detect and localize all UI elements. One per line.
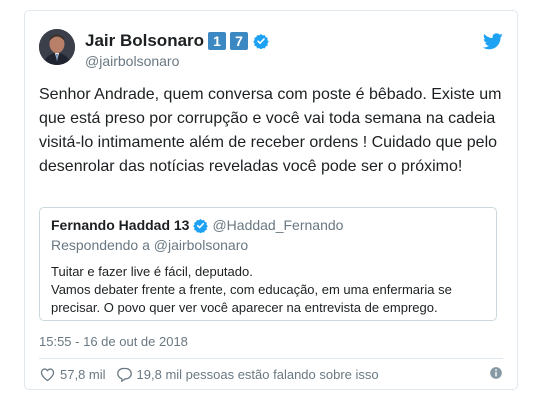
author-handle[interactable]: @jairbolsonaro bbox=[85, 53, 179, 69]
tweet-actions: 57,8 mil 19,8 mil pessoas estão falando … bbox=[39, 364, 389, 384]
conversation-action[interactable]: 19,8 mil pessoas estão falando sobre iss… bbox=[116, 366, 379, 383]
author-name-line: Jair Bolsonaro 1 7 bbox=[85, 30, 269, 52]
like-action[interactable]: 57,8 mil bbox=[39, 366, 106, 383]
quoted-reply-context: Respondendo a @jairbolsonaro bbox=[51, 237, 248, 253]
keycap-digit-7-icon: 7 bbox=[230, 32, 249, 50]
reply-prefix: Respondendo a bbox=[51, 237, 150, 253]
speech-bubble-icon bbox=[116, 367, 132, 382]
quoted-author-name: Fernando Haddad 13 bbox=[51, 217, 190, 233]
heart-icon bbox=[40, 367, 55, 381]
quoted-tweet-header: Fernando Haddad 13 @Haddad_Fernando bbox=[51, 217, 343, 233]
tweet-text: Senhor Andrade, quem conversa com poste … bbox=[39, 86, 502, 175]
verified-badge-icon bbox=[253, 34, 269, 49]
like-count: 57,8 mil bbox=[60, 366, 106, 382]
keycap-digit-1-icon: 1 bbox=[208, 32, 227, 50]
quoted-tweet[interactable]: Fernando Haddad 13 @Haddad_Fernando Resp… bbox=[39, 207, 497, 321]
quoted-tweet-text: Tuitar e fazer live é fácil, deputado. V… bbox=[51, 263, 491, 317]
avatar-portrait-icon bbox=[39, 29, 75, 65]
quoted-text-line-1: Tuitar e fazer live é fácil, deputado. bbox=[51, 264, 253, 279]
reply-to-link[interactable]: @jairbolsonaro bbox=[154, 237, 248, 253]
avatar[interactable] bbox=[39, 29, 75, 65]
twitter-bird-icon[interactable] bbox=[483, 33, 503, 50]
quoted-text-line-2: Vamos debater frente a frente, com educa… bbox=[51, 282, 452, 315]
conversation-count: 19,8 mil pessoas estão falando sobre iss… bbox=[136, 366, 379, 382]
embedded-tweet-card: Jair Bolsonaro 1 7 @jairbolsonaro Senhor… bbox=[24, 10, 518, 390]
verified-badge-icon bbox=[193, 218, 209, 233]
divider bbox=[39, 358, 503, 359]
tweet-timestamp[interactable]: 15:55 - 16 de out de 2018 bbox=[39, 334, 188, 349]
author-display-name[interactable]: Jair Bolsonaro bbox=[85, 31, 204, 51]
quoted-author-handle: @Haddad_Fernando bbox=[212, 217, 344, 233]
info-icon[interactable] bbox=[489, 366, 503, 380]
